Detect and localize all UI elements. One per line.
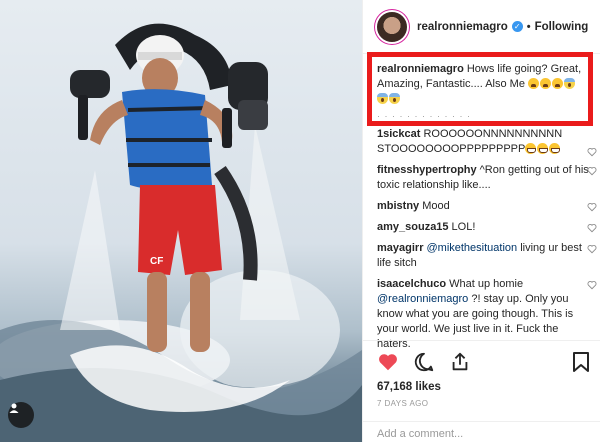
user-tag-icon <box>9 403 19 413</box>
comment-row: mbistny Mood <box>377 199 597 214</box>
svg-text:CF: CF <box>150 256 163 267</box>
comment-text: LOL! <box>451 221 476 233</box>
comment-icon[interactable] <box>413 351 435 373</box>
jetpack-rider-image: CF <box>0 23 362 442</box>
comment-username[interactable]: mayagirr <box>377 242 423 254</box>
comment-text: Mood <box>422 200 450 212</box>
comment-like-heart-icon[interactable] <box>587 244 597 254</box>
comment-row: 1sickcat ROOOOOONNNNNNNNNN STOOOOOOOOPPPP… <box>377 127 597 157</box>
header-separator: • <box>526 20 531 33</box>
post-header: realronniemagro ✓ • Following <box>363 0 600 54</box>
caption-highlight-box <box>367 52 593 126</box>
likes-count[interactable]: 67,168 likes <box>377 381 441 393</box>
heart-icon[interactable] <box>377 351 399 373</box>
grin-emoji-icon <box>549 143 561 154</box>
comment-mention-link[interactable]: @mikethesituation <box>426 242 517 254</box>
comment-text: What up homie <box>449 278 524 290</box>
user-tag-button[interactable] <box>8 402 34 428</box>
verified-badge-icon: ✓ <box>511 21 523 32</box>
comment-like-heart-icon[interactable] <box>587 223 597 233</box>
comment-username[interactable]: mbistny <box>377 200 419 212</box>
comment-username[interactable]: 1sickcat <box>377 128 420 140</box>
bookmark-icon[interactable] <box>571 351 591 373</box>
add-comment-input[interactable]: Add a comment... <box>363 421 600 442</box>
comment-row: amy_souza15 LOL! <box>377 220 597 235</box>
comment-username[interactable]: fitnesshypertrophy <box>377 164 477 176</box>
comment-like-heart-icon[interactable] <box>587 147 597 157</box>
post-author-username[interactable]: realronniemagro <box>417 21 508 33</box>
comment-mention-link[interactable]: @realronniemagro <box>377 293 468 305</box>
comment-like-heart-icon[interactable] <box>587 280 597 290</box>
comment-username[interactable]: isaacelchuco <box>377 278 446 290</box>
comment-row: fitnesshypertrophy ^Ron getting out of hi… <box>377 163 597 193</box>
share-icon[interactable] <box>449 351 471 373</box>
grin-emoji-icon <box>537 143 549 154</box>
post-photo[interactable]: CF <box>0 0 362 442</box>
following-button[interactable]: Following <box>535 21 589 33</box>
post-actions: 67,168 likes 7 DAYS AGO Add a comment... <box>363 340 600 440</box>
grin-emoji-icon <box>525 143 537 154</box>
avatar[interactable] <box>377 11 407 42</box>
comment-row: mayagirr @mikethesituation living ur best… <box>377 241 597 271</box>
post-timestamp[interactable]: 7 DAYS AGO <box>377 399 428 408</box>
comment-like-heart-icon[interactable] <box>587 202 597 212</box>
comment-like-heart-icon[interactable] <box>587 166 597 176</box>
comment-username[interactable]: amy_souza15 <box>377 221 449 233</box>
